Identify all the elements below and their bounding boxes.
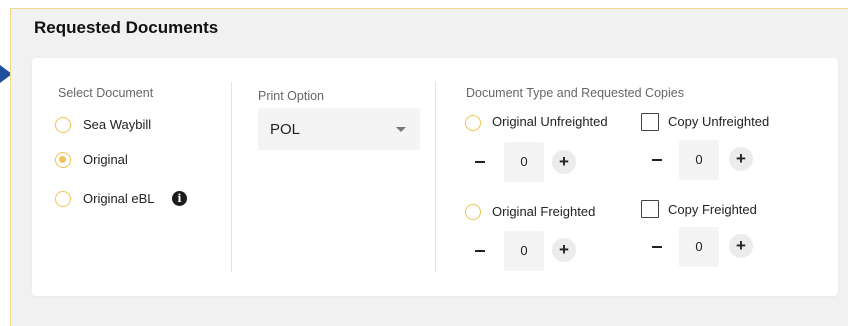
increment-copy-freighted-button[interactable]: + xyxy=(729,234,753,258)
info-icon[interactable]: i xyxy=(172,191,187,206)
increment-original-unfreighted-button[interactable]: + xyxy=(552,150,576,174)
radio-sea-waybill[interactable] xyxy=(55,117,71,133)
radio-original-ebl-label: Original eBL xyxy=(83,191,155,206)
copy-unfreighted-label: Copy Unfreighted xyxy=(668,114,770,129)
section-title: Requested Documents xyxy=(34,18,219,37)
requested-documents-card: Select Document Sea Waybill Original Ori… xyxy=(32,58,838,296)
document-type-label: Document Type and Requested Copies xyxy=(466,86,684,100)
column-divider xyxy=(435,82,436,272)
original-freighted-label: Original Freighted xyxy=(492,204,596,219)
radio-sea-waybill-label: Sea Waybill xyxy=(83,117,152,132)
radio-original-unfreighted[interactable] xyxy=(465,115,481,131)
select-document-label: Select Document xyxy=(58,86,154,100)
original-unfreighted-quantity[interactable]: 0 xyxy=(504,142,544,182)
print-option-label: Print Option xyxy=(258,89,325,103)
original-unfreighted-label: Original Unfreighted xyxy=(492,114,608,129)
radio-original-label: Original xyxy=(83,152,128,167)
print-option-select[interactable]: POL xyxy=(258,108,420,150)
radio-original-freighted[interactable] xyxy=(465,204,481,220)
copy-freighted-label: Copy Freighted xyxy=(668,202,757,217)
increment-copy-unfreighted-button[interactable]: + xyxy=(729,147,753,171)
copy-unfreighted-quantity[interactable]: 0 xyxy=(679,140,719,180)
checkbox-copy-freighted[interactable] xyxy=(641,200,659,218)
checkbox-copy-unfreighted[interactable] xyxy=(641,113,659,131)
column-divider xyxy=(231,82,232,272)
decrement-original-unfreighted-button[interactable] xyxy=(472,161,488,163)
decrement-original-freighted-button[interactable] xyxy=(472,250,488,252)
chevron-down-icon xyxy=(396,127,406,132)
radio-original[interactable] xyxy=(55,152,71,168)
decrement-copy-unfreighted-button[interactable] xyxy=(649,159,665,161)
decrement-copy-freighted-button[interactable] xyxy=(649,246,665,248)
radio-original-ebl[interactable] xyxy=(55,191,71,207)
print-option-value: POL xyxy=(270,121,301,138)
increment-original-freighted-button[interactable]: + xyxy=(552,238,576,262)
original-freighted-quantity[interactable]: 0 xyxy=(504,231,544,271)
copy-freighted-quantity[interactable]: 0 xyxy=(679,227,719,267)
